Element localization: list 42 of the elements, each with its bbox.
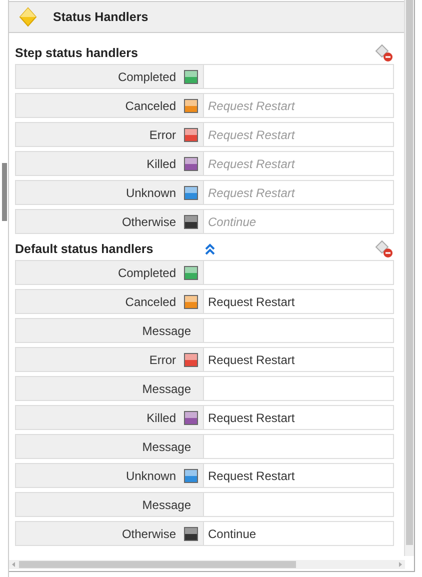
handler-field[interactable]: Request Restart — [204, 347, 394, 372]
handler-field[interactable]: Request Restart — [204, 151, 394, 176]
status-label: Unknown — [126, 468, 176, 482]
handler-field[interactable] — [204, 318, 394, 343]
diamond-icon — [19, 7, 37, 27]
status-label: Otherwise — [122, 526, 176, 540]
status-label: Message — [142, 440, 191, 454]
handler-field[interactable]: Request Restart — [204, 122, 394, 147]
handler-field[interactable]: Request Restart — [204, 180, 394, 205]
status-label: Message — [142, 382, 191, 396]
status-label: Killed — [146, 410, 176, 424]
handler-field[interactable]: Continue — [204, 209, 394, 234]
status-label: Message — [142, 324, 191, 338]
status-label: Otherwise — [122, 214, 176, 228]
collapse-icon[interactable] — [205, 243, 215, 255]
section-title: Default status handlers — [15, 242, 154, 256]
splitter-handle[interactable] — [2, 163, 7, 221]
section-title: Step status handlers — [15, 46, 139, 60]
status-label: Message — [142, 498, 191, 512]
status-label: Error — [149, 128, 176, 142]
handler-field[interactable]: Request Restart — [204, 289, 394, 314]
status-label: Killed — [146, 156, 176, 170]
status-label: Completed — [118, 266, 176, 280]
handler-field[interactable]: Request Restart — [204, 463, 394, 488]
handler-field[interactable]: Request Restart — [204, 93, 394, 118]
status-label: Completed — [118, 70, 176, 84]
remove-icon[interactable] — [375, 44, 393, 62]
handler-field[interactable] — [204, 376, 394, 401]
status-label: Canceled — [125, 294, 176, 308]
handler-field[interactable]: Request Restart — [204, 405, 394, 430]
handler-field[interactable] — [204, 64, 394, 89]
panel-title: Status Handlers — [53, 10, 148, 24]
status-label: Canceled — [125, 98, 176, 112]
handler-field[interactable] — [204, 492, 394, 517]
handler-field[interactable] — [204, 260, 394, 285]
handler-field[interactable]: Continue — [204, 521, 394, 546]
status-label: Error — [149, 352, 176, 366]
status-label: Unknown — [126, 186, 176, 200]
vertical-scrollbar[interactable] — [404, 0, 414, 556]
horizontal-scrollbar[interactable] — [9, 560, 405, 569]
handler-field[interactable] — [204, 434, 394, 459]
remove-icon[interactable] — [375, 240, 393, 258]
